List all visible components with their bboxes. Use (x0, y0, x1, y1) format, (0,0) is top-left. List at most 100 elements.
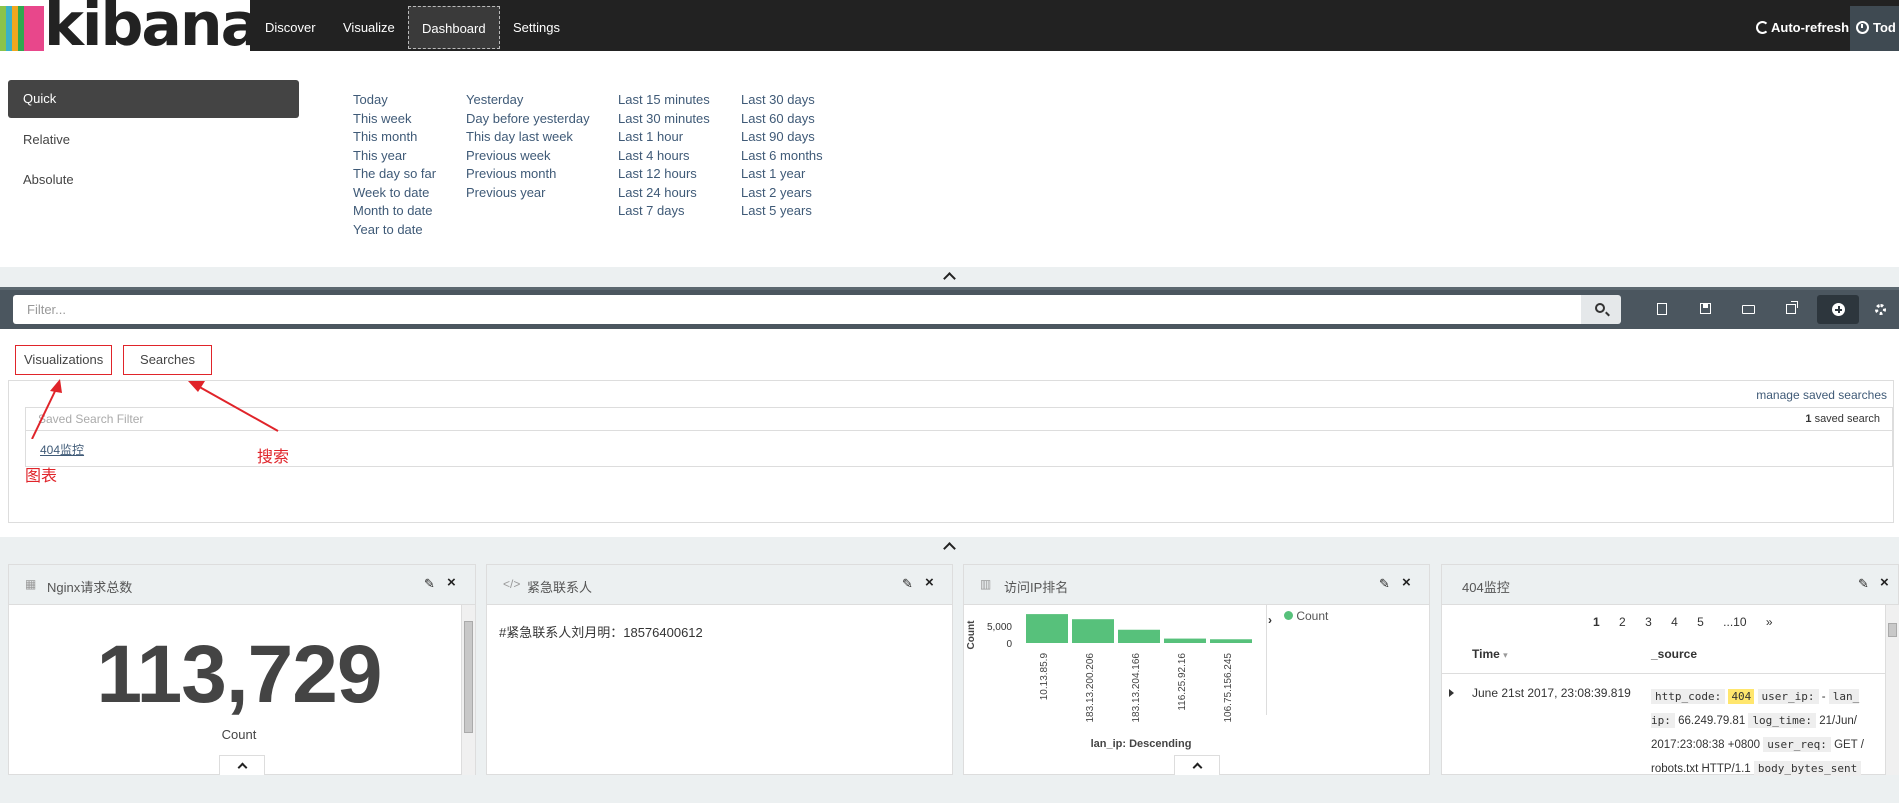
table-divider (1442, 673, 1887, 674)
x-tick-label: 116.25.92.16 (1177, 653, 1188, 711)
share-dashboard-button[interactable] (1776, 295, 1806, 324)
quick-option[interactable]: Last 15 minutes (618, 91, 710, 110)
legend-divider (1266, 605, 1267, 715)
page-next[interactable]: » (1766, 615, 1773, 629)
quick-column-last-short: Last 15 minutes Last 30 minutes Last 1 h… (618, 91, 710, 221)
quick-option[interactable]: Last 1 year (741, 165, 823, 184)
close-icon[interactable]: × (1402, 574, 1411, 591)
nav-dashboard[interactable]: Dashboard (408, 6, 500, 49)
nav-discover[interactable]: Discover (252, 6, 329, 49)
panel-header: ▥ 访问IP排名 ✎ × (964, 565, 1429, 605)
edit-pencil-icon[interactable]: ✎ (1858, 576, 1869, 592)
y-tick-label: 0 (1006, 639, 1012, 650)
quick-option[interactable]: This day last week (466, 128, 590, 147)
quick-option[interactable]: Last 7 days (618, 202, 710, 221)
saved-search-link[interactable]: 404监控 (40, 441, 84, 458)
page-link[interactable]: 1 (1593, 615, 1600, 629)
panel-title: 访问IP排名 (1004, 580, 1069, 595)
quick-option[interactable]: Last 30 days (741, 91, 823, 110)
edit-pencil-icon[interactable]: ✎ (1379, 576, 1390, 592)
scroll-thumb[interactable] (464, 621, 473, 733)
close-icon[interactable]: × (925, 574, 934, 591)
bar (1072, 619, 1114, 643)
close-icon[interactable]: × (447, 574, 456, 591)
collapse-timepicker-button[interactable] (0, 267, 1899, 287)
auto-refresh-button[interactable]: Auto-refresh (1756, 6, 1849, 49)
page-link[interactable]: ...10 (1723, 615, 1746, 629)
quick-option[interactable]: Yesterday (466, 91, 590, 110)
panel-metric: ▦ Nginx请求总数 ✎ × 113,729 Count (8, 564, 476, 775)
metric-value: 113,729 (96, 629, 383, 720)
nav-visualize[interactable]: Visualize (330, 6, 408, 49)
column-header-time[interactable]: Time ▾ (1472, 647, 1508, 661)
folder-open-icon (1742, 305, 1755, 314)
quick-option[interactable]: This week (353, 110, 436, 129)
close-icon[interactable]: × (1880, 574, 1889, 591)
page-link[interactable]: 2 (1619, 615, 1626, 629)
quick-option[interactable]: Last 30 minutes (618, 110, 710, 129)
quick-option[interactable]: Last 5 years (741, 202, 823, 221)
kibana-logo[interactable]: kibana (0, 0, 250, 51)
panel-collapse-button[interactable] (1174, 755, 1220, 775)
save-dashboard-button[interactable] (1690, 295, 1720, 324)
list-item: 404监控 (25, 431, 1893, 467)
page-link[interactable]: 3 (1645, 615, 1652, 629)
new-document-icon (1657, 303, 1667, 315)
quick-option[interactable]: This year (353, 147, 436, 166)
quick-option[interactable]: Previous year (466, 184, 590, 203)
timepicker-tab-absolute[interactable]: Absolute (8, 161, 299, 199)
source-key: log_time: (1748, 713, 1817, 728)
y-axis-label: Count (966, 620, 977, 650)
quick-option[interactable]: The day so far (353, 165, 436, 184)
panel-scrollbar[interactable] (1885, 605, 1899, 775)
quick-option[interactable]: Last 2 years (741, 184, 823, 203)
nav-settings[interactable]: Settings (500, 6, 573, 49)
timepicker-tab-relative[interactable]: Relative (8, 121, 299, 159)
legend-item[interactable]: Count (1284, 609, 1328, 623)
quick-option[interactable]: Last 1 hour (618, 128, 710, 147)
source-value-highlight: 404 (1728, 689, 1755, 704)
annotation-label: 搜索 (257, 447, 290, 466)
scroll-thumb[interactable] (1888, 623, 1897, 637)
quick-option[interactable]: Last 4 hours (618, 147, 710, 166)
quick-option[interactable]: Previous week (466, 147, 590, 166)
add-panel-button[interactable] (1817, 295, 1859, 324)
quick-option[interactable]: Previous month (466, 165, 590, 184)
page-link[interactable]: 5 (1697, 615, 1704, 629)
options-button[interactable] (1866, 295, 1896, 324)
quick-option[interactable]: Day before yesterday (466, 110, 590, 129)
annotation-arrow (31, 384, 59, 439)
annotation-label: 图表 (25, 466, 58, 485)
legend-toggle-icon[interactable]: › (1268, 613, 1272, 627)
quick-option[interactable]: Today (353, 91, 436, 110)
x-tick-label: 106.75.156.245 (1223, 653, 1234, 723)
quick-option[interactable]: Week to date (353, 184, 436, 203)
saved-search-count: 1 saved search (1805, 413, 1880, 425)
expand-row-icon[interactable] (1449, 689, 1454, 697)
x-tick-label: 183.13.204.166 (1131, 653, 1142, 723)
edit-pencil-icon[interactable]: ✎ (902, 576, 913, 592)
panel-scrollbar[interactable] (461, 605, 475, 775)
markdown-content: #紧急联系人刘月明：18576400612 (499, 625, 703, 640)
collapse-add-panel-button[interactable] (0, 537, 1899, 557)
filter-input[interactable] (13, 295, 1581, 324)
quick-option[interactable]: Last 90 days (741, 128, 823, 147)
quick-option[interactable]: Month to date (353, 202, 436, 221)
quick-option[interactable]: Last 6 months (741, 147, 823, 166)
search-button[interactable] (1581, 295, 1621, 324)
new-dashboard-button[interactable] (1647, 295, 1677, 324)
open-dashboard-button[interactable] (1733, 295, 1763, 324)
panel-collapse-button[interactable] (219, 755, 265, 775)
search-icon (1595, 303, 1605, 313)
page-link[interactable]: 4 (1671, 615, 1678, 629)
quick-option[interactable]: Last 60 days (741, 110, 823, 129)
timepicker-tab-quick[interactable]: Quick (8, 80, 299, 118)
manage-saved-searches-link[interactable]: manage saved searches (1756, 388, 1887, 402)
quick-option[interactable]: This month (353, 128, 436, 147)
source-key: http_code: (1651, 689, 1726, 704)
quick-option[interactable]: Last 24 hours (618, 184, 710, 203)
quick-option[interactable]: Last 12 hours (618, 165, 710, 184)
quick-option[interactable]: Year to date (353, 221, 436, 240)
time-range-button[interactable]: Tod (1850, 6, 1899, 51)
edit-pencil-icon[interactable]: ✎ (424, 576, 435, 592)
